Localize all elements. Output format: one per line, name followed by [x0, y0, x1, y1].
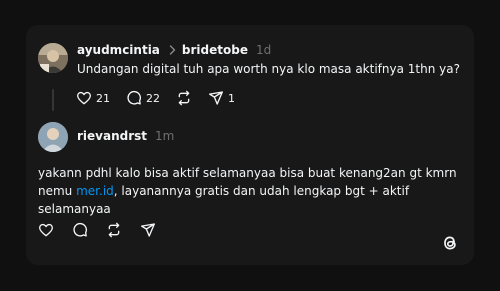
post-time[interactable]: 1d [256, 43, 271, 57]
post-actions: 21 22 1 [76, 90, 251, 106]
reply-header: rievandrst 1m [77, 129, 174, 143]
reply-time[interactable]: 1m [155, 129, 174, 143]
comment-icon [72, 222, 88, 238]
heart-icon [38, 222, 54, 238]
chevron-right-icon [169, 45, 176, 55]
comment-button[interactable] [72, 222, 88, 238]
share-button[interactable] [140, 222, 156, 238]
share-icon [208, 90, 224, 106]
repost-icon [176, 90, 192, 106]
reply-author[interactable]: rievandrst [77, 129, 147, 143]
comment-icon [126, 90, 142, 106]
reply-to-user[interactable]: bridetobe [182, 43, 248, 57]
post-author[interactable]: ayudmcintia [77, 43, 160, 57]
post-header: ayudmcintia bridetobe 1d [77, 43, 271, 57]
avatar[interactable] [38, 43, 68, 73]
comment-count: 22 [146, 91, 160, 105]
share-button[interactable]: 1 [208, 90, 235, 106]
avatar[interactable] [38, 122, 68, 152]
heart-icon [76, 90, 92, 106]
like-count: 21 [96, 91, 110, 105]
share-count: 1 [228, 91, 235, 105]
reply-link[interactable]: mer.id [76, 184, 114, 198]
thread-card: ayudmcintia bridetobe 1d Undangan digita… [26, 25, 474, 265]
like-button[interactable]: 21 [76, 90, 110, 106]
post-text: Undangan digital tuh apa worth nya klo m… [77, 62, 460, 76]
threads-logo-icon[interactable] [441, 233, 459, 257]
repost-button[interactable] [106, 222, 122, 238]
share-icon [140, 222, 156, 238]
repost-icon [106, 222, 122, 238]
like-button[interactable] [38, 222, 54, 238]
comment-button[interactable]: 22 [126, 90, 160, 106]
reply-actions [38, 222, 174, 238]
thread-line [52, 89, 54, 111]
reply-text: yakann pdhl kalo bisa aktif selamanyaa b… [38, 164, 458, 218]
repost-button[interactable] [176, 90, 192, 106]
